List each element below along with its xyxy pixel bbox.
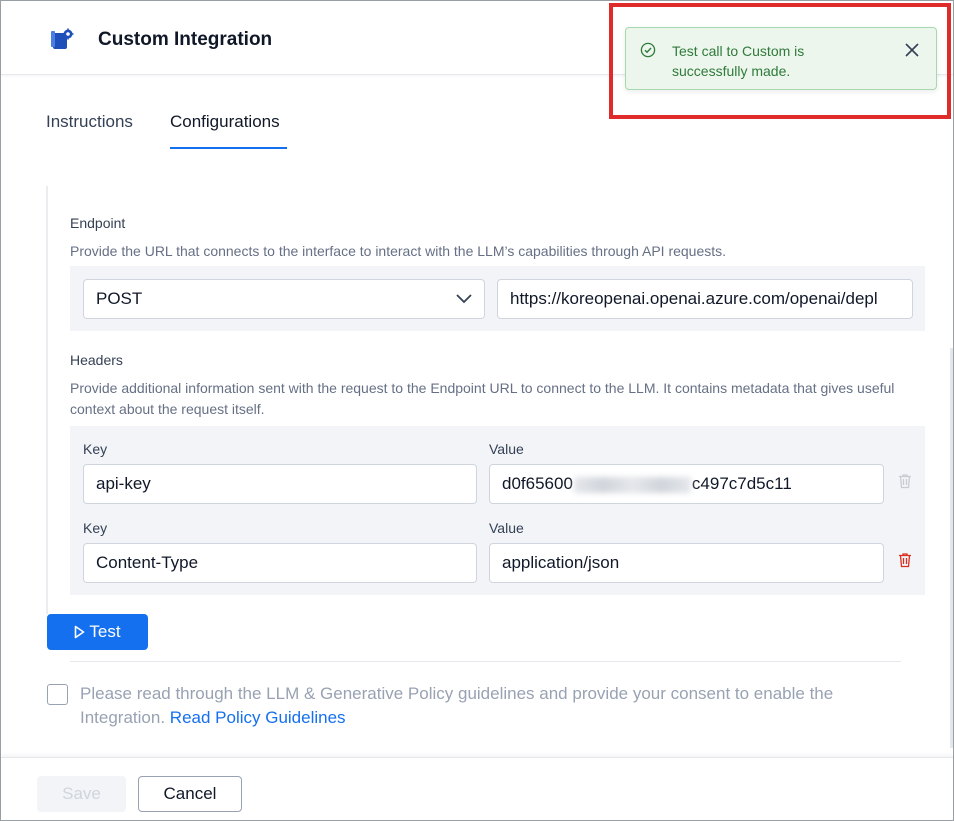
save-button[interactable]: Save xyxy=(37,776,126,812)
headers-title: Headers xyxy=(70,352,123,368)
header-value-label: Value xyxy=(489,520,524,536)
play-icon xyxy=(75,625,85,639)
scrollbar[interactable] xyxy=(950,348,953,748)
test-button-label: Test xyxy=(89,622,121,641)
endpoint-title: Endpoint xyxy=(70,215,126,231)
headers-description: Provide additional information sent with… xyxy=(70,380,895,417)
tab-instructions[interactable]: Instructions xyxy=(46,112,133,132)
consent-text: Please read through the LLM & Generative… xyxy=(80,682,900,730)
read-policy-link[interactable]: Read Policy Guidelines xyxy=(170,708,346,727)
api-key-visible-suffix: c497c7d5c11 xyxy=(691,474,792,493)
page-title: Custom Integration xyxy=(98,29,273,50)
method-select[interactable]: POST xyxy=(83,279,485,319)
chevron-down-icon xyxy=(456,294,472,304)
trash-icon[interactable] xyxy=(898,473,912,489)
consent-checkbox[interactable] xyxy=(47,684,68,705)
cancel-button[interactable]: Cancel xyxy=(138,776,242,812)
active-tab-indicator xyxy=(170,147,287,149)
header-value-input[interactable]: application/json xyxy=(489,543,884,583)
method-value: POST xyxy=(96,289,143,308)
redacted-blur xyxy=(573,476,691,493)
test-button[interactable]: Test xyxy=(47,614,148,650)
tab-configurations[interactable]: Configurations xyxy=(170,112,280,132)
endpoint-url-input[interactable]: https://koreopenai.openai.azure.com/open… xyxy=(497,279,913,319)
divider xyxy=(70,661,901,662)
header-value-input[interactable]: d0f65600 c497c7d5c11 xyxy=(489,464,884,504)
header-key-input[interactable]: Content-Type xyxy=(83,543,477,583)
endpoint-description: Provide the URL that connects to the int… xyxy=(70,243,727,259)
trash-icon[interactable] xyxy=(898,552,912,568)
header-key-input[interactable]: api-key xyxy=(83,464,477,504)
header-key-label: Key xyxy=(83,520,108,536)
header-value-label: Value xyxy=(489,441,524,457)
annotation-highlight-box xyxy=(609,3,951,119)
integration-icon xyxy=(49,27,75,53)
content-rail xyxy=(46,186,48,614)
api-key-visible-prefix: d0f65600 xyxy=(502,474,573,493)
header-key-label: Key xyxy=(83,441,108,457)
